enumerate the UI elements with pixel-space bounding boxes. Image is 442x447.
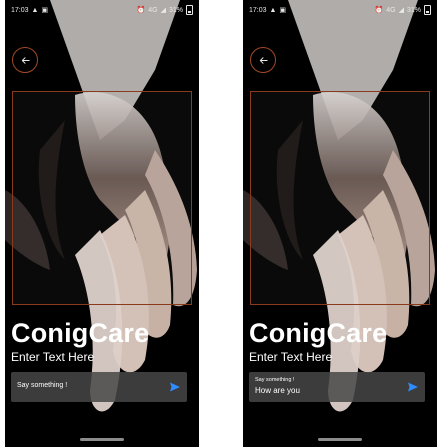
subtitle: Enter Text Here [249,350,333,364]
input-placeholder: Say something ! [17,382,68,389]
back-button[interactable] [250,47,276,73]
warning-icon: ▲ [31,6,39,14]
subtitle: Enter Text Here [11,350,95,364]
arrow-left-icon [259,56,268,64]
alarm-icon: ⏰ [136,6,146,14]
signal-icon: ◢ [160,6,166,14]
battery-percent: 31% [168,6,183,14]
camera-frame [12,91,192,305]
battery-icon [424,5,431,15]
image-notification-icon: ▣ [279,6,287,14]
phone-screen-right: 17:03 ▲ ▣ ⏰ 4G ◢ 31% ConigCare Enter Tex… [243,0,437,447]
battery-percent: 31% [406,6,421,14]
battery-icon [186,5,193,15]
back-button[interactable] [12,47,38,73]
network-text: 4G [148,6,158,14]
app-title: ConigCare [11,318,150,348]
warning-icon: ▲ [269,6,277,14]
status-bar: 17:03 ▲ ▣ ⏰ 4G ◢ 31% [5,0,199,20]
home-indicator[interactable] [80,438,124,441]
arrow-left-icon [21,56,30,64]
send-icon [169,382,180,391]
signal-icon: ◢ [398,6,404,14]
alarm-icon: ⏰ [374,6,384,14]
send-button[interactable] [168,380,181,393]
message-input[interactable]: Say something ! How are you [249,372,425,402]
app-title: ConigCare [249,318,388,348]
input-value: How are you [255,386,300,395]
status-time: 17:03 [249,6,267,14]
status-time: 17:03 [11,6,29,14]
status-bar: 17:03 ▲ ▣ ⏰ 4G ◢ 31% [243,0,437,20]
send-button[interactable] [406,380,419,393]
phone-screen-left: 17:03 ▲ ▣ ⏰ 4G ◢ 31% ConigCare Enter Tex… [5,0,199,447]
home-indicator[interactable] [318,438,362,441]
camera-frame [250,91,430,305]
message-input[interactable]: Say something ! [11,372,187,402]
image-notification-icon: ▣ [41,6,49,14]
send-icon [407,382,418,391]
input-floating-label: Say something ! [255,377,295,383]
network-text: 4G [386,6,396,14]
